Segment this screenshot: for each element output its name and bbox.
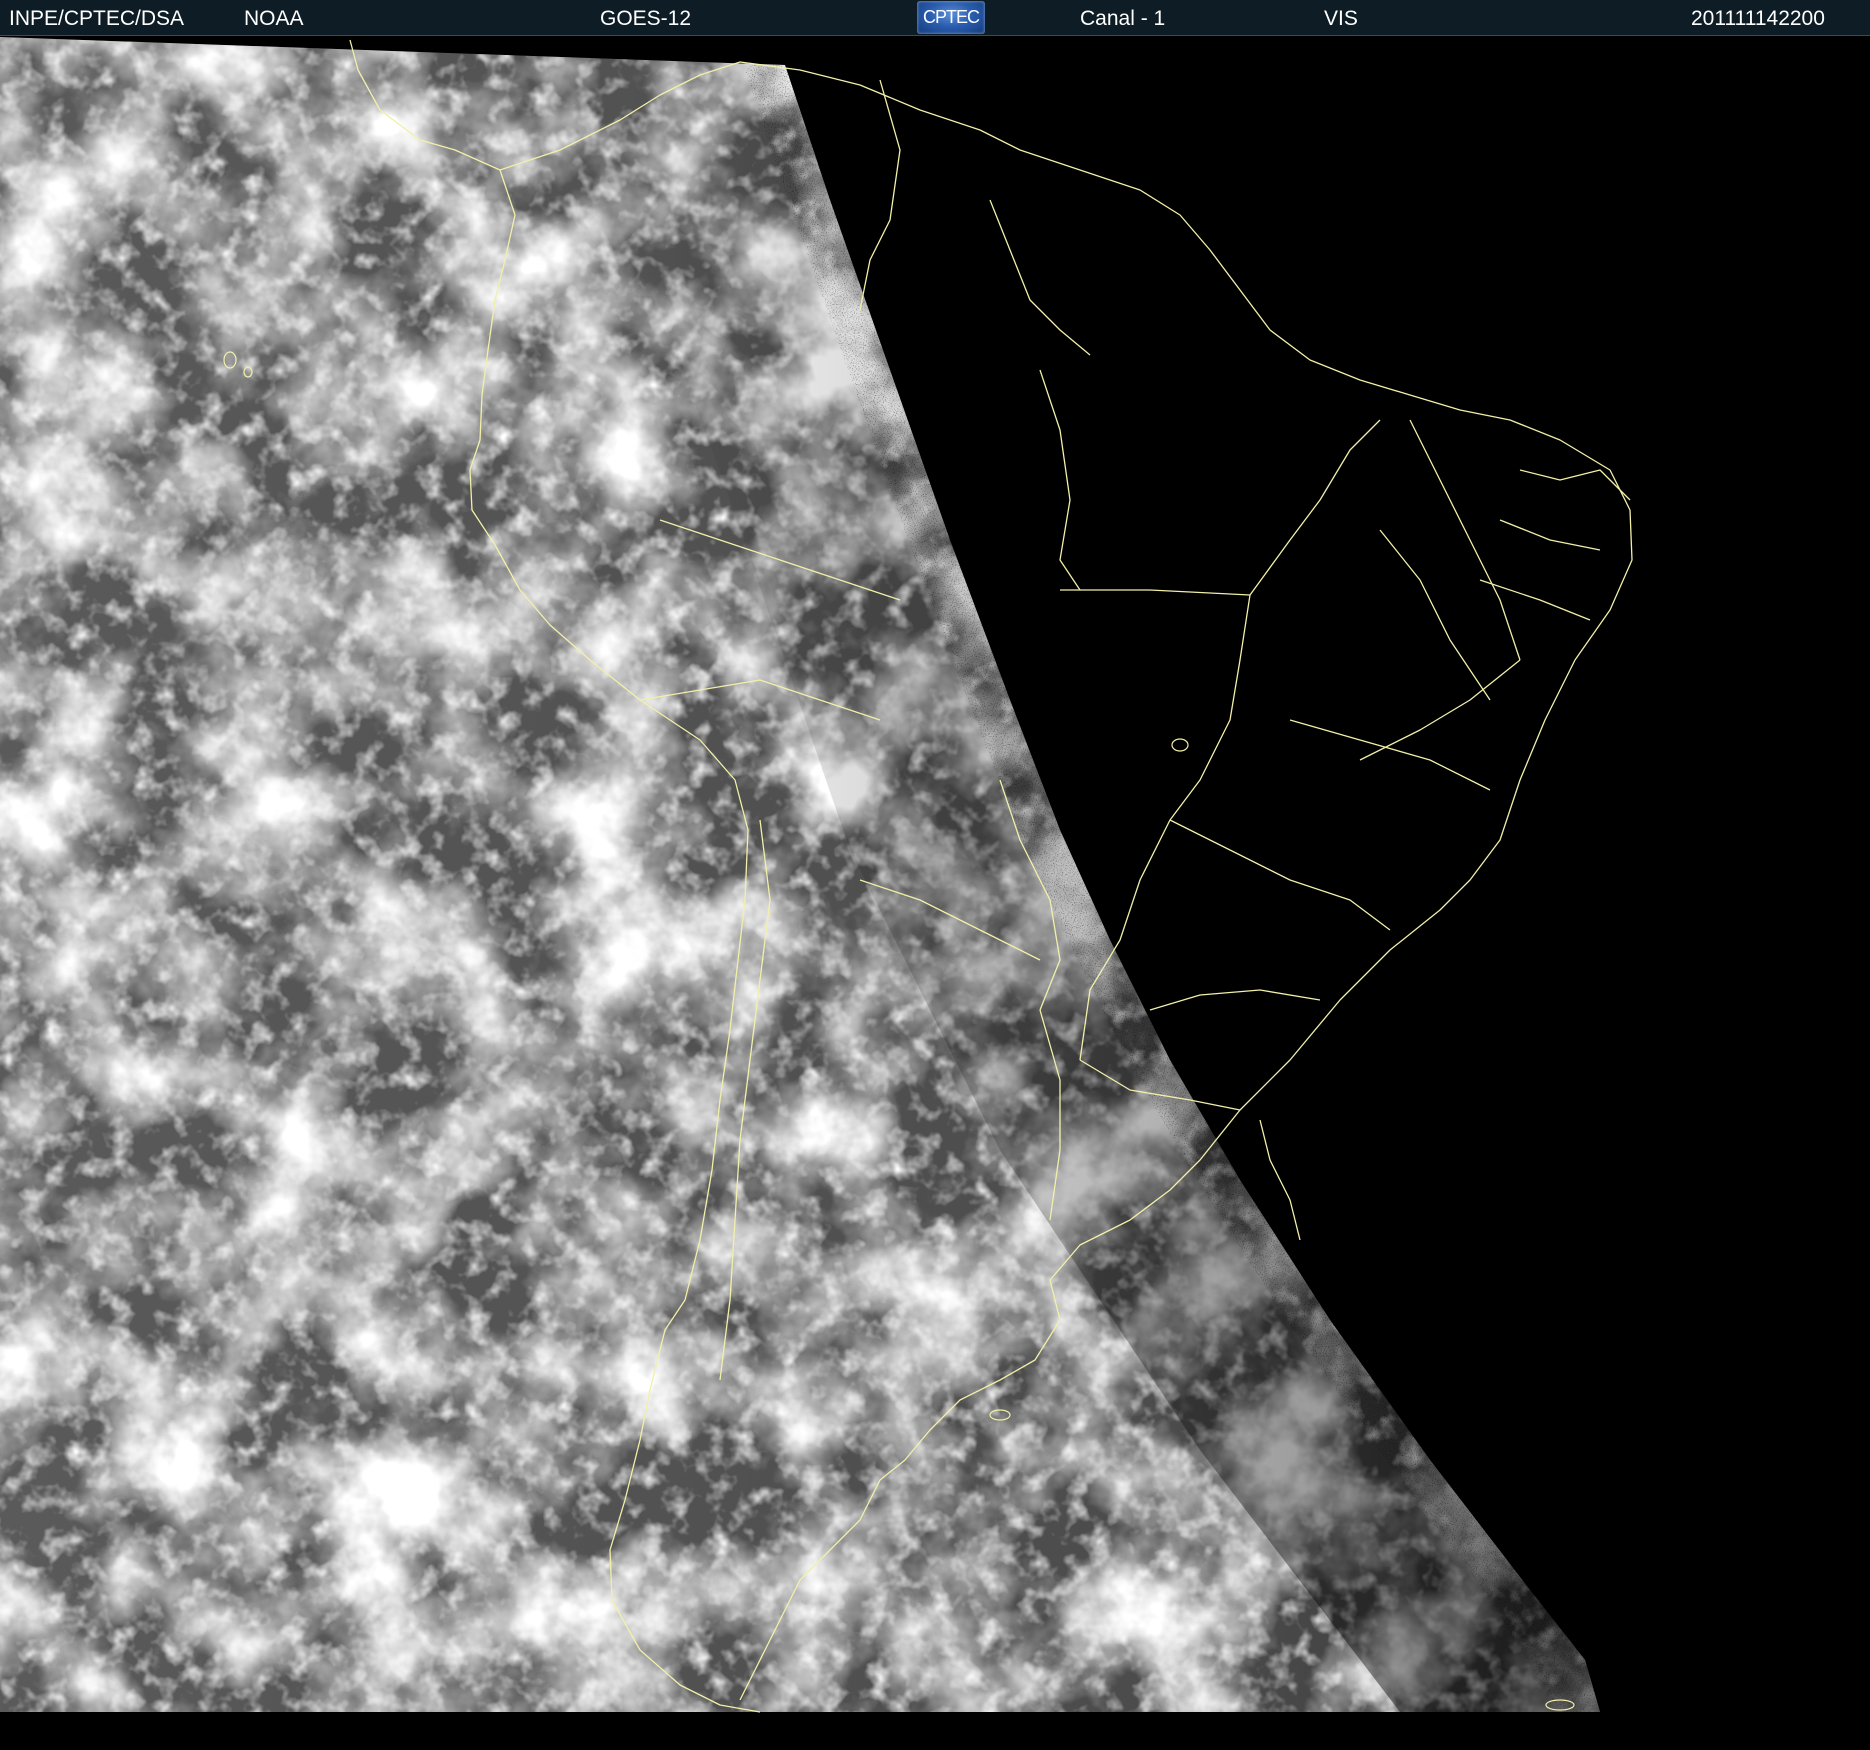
cptec-logo-icon: CPTEC [917, 1, 985, 34]
satellite-label: GOES-12 [600, 7, 692, 30]
agency-label: INPE/CPTEC/DSA [9, 7, 185, 30]
satellite-image [0, 37, 1870, 1750]
header-bar: INPE/CPTEC/DSA NOAA GOES-12 CPTEC Canal … [0, 0, 1870, 36]
timestamp-label: 201111142200 [1691, 7, 1825, 30]
band-label: VIS [1324, 7, 1358, 30]
logo-text: CPTEC [922, 7, 980, 27]
source-label: NOAA [244, 7, 304, 30]
channel-label: Canal - 1 [1080, 7, 1166, 30]
